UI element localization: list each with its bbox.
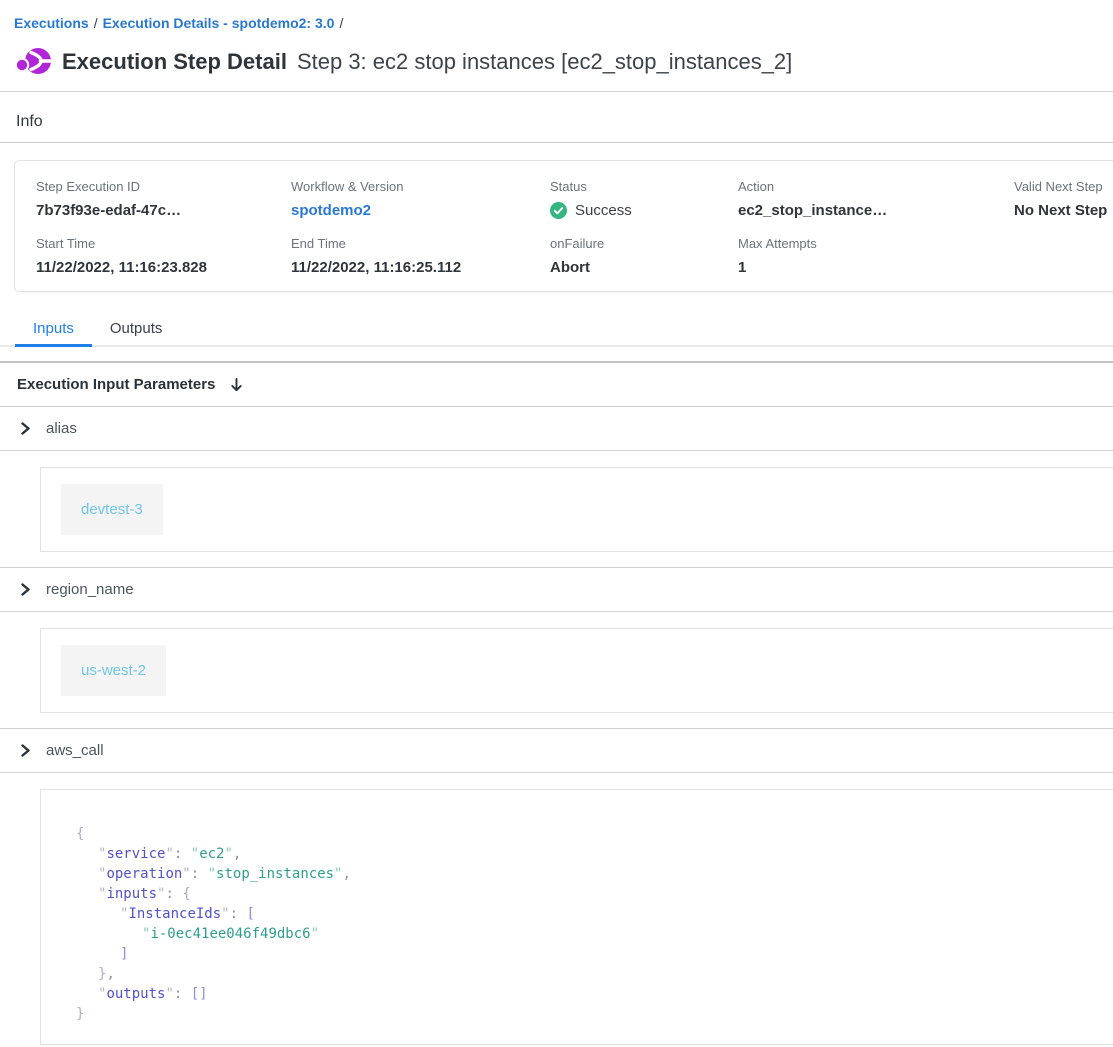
field-value: 1 bbox=[738, 259, 1014, 276]
param-value-chip: devtest-3 bbox=[61, 484, 163, 535]
field-action: Action ec2_stop_instance… bbox=[738, 179, 1014, 220]
code-line: } bbox=[76, 1004, 1113, 1024]
field-value: Abort bbox=[550, 259, 738, 276]
page-header: Execution Step Detail Step 3: ec2 stop i… bbox=[14, 45, 1113, 79]
info-section-heading: Info bbox=[16, 113, 1113, 131]
tab-bar: Inputs Outputs bbox=[0, 314, 1113, 347]
param-panel-region-name: us-west-2 bbox=[0, 612, 1113, 729]
field-step-execution-id: Step Execution ID 7b73f93e-edaf-47c… bbox=[36, 179, 291, 220]
workflow-logo-icon bbox=[14, 45, 54, 79]
code-line: "service": "ec2", bbox=[76, 844, 1113, 864]
execution-input-parameters-heading: Execution Input Parameters bbox=[0, 363, 1113, 407]
chevron-right-icon bbox=[20, 422, 31, 435]
code-line: "outputs": [] bbox=[76, 984, 1113, 1004]
field-label: Status bbox=[550, 179, 738, 194]
field-label: Workflow & Version bbox=[291, 179, 550, 194]
chevron-right-icon bbox=[20, 744, 31, 757]
code-line: "operation": "stop_instances", bbox=[76, 864, 1113, 884]
info-card: Step Execution ID 7b73f93e-edaf-47c… Wor… bbox=[14, 160, 1113, 292]
field-value: No Next Step bbox=[1014, 202, 1113, 219]
chevron-right-icon bbox=[20, 583, 31, 596]
breadcrumb: Executions/Execution Details - spotdemo2… bbox=[0, 0, 1113, 31]
field-start-time: Start Time 11/22/2022, 11:16:23.828 bbox=[36, 236, 291, 276]
breadcrumb-link-execution-details[interactable]: Execution Details - spotdemo2: 3.0 bbox=[103, 15, 335, 31]
param-name: aws_call bbox=[46, 742, 104, 759]
breadcrumb-link-executions[interactable]: Executions bbox=[14, 15, 89, 31]
code-line: "InstanceIds": [ bbox=[76, 904, 1113, 924]
field-label: Max Attempts bbox=[738, 236, 1014, 251]
code-line: }, bbox=[76, 964, 1113, 984]
breadcrumb-separator: / bbox=[89, 15, 103, 31]
tab-outputs[interactable]: Outputs bbox=[92, 314, 181, 347]
field-onfailure: onFailure Abort bbox=[550, 236, 738, 276]
page-title: Execution Step Detail bbox=[62, 49, 287, 75]
json-code-block: {"service": "ec2","operation": "stop_ins… bbox=[40, 789, 1113, 1045]
field-value: ec2_stop_instance… bbox=[738, 202, 1014, 219]
param-row-aws-call[interactable]: aws_call bbox=[0, 729, 1113, 773]
param-row-alias[interactable]: alias bbox=[0, 407, 1113, 451]
divider bbox=[0, 91, 1113, 92]
param-row-region-name[interactable]: region_name bbox=[0, 568, 1113, 612]
field-valid-next-step: Valid Next Step No Next Step bbox=[1014, 179, 1113, 220]
field-value: 11/22/2022, 11:16:23.828 bbox=[36, 259, 291, 276]
tab-inputs[interactable]: Inputs bbox=[15, 314, 92, 347]
field-label: Start Time bbox=[36, 236, 291, 251]
field-label: onFailure bbox=[550, 236, 738, 251]
field-empty bbox=[1014, 236, 1113, 276]
field-status: Status Success bbox=[550, 179, 738, 220]
field-workflow-version: Workflow & Version spotdemo2 bbox=[291, 179, 550, 220]
code-line: ] bbox=[76, 944, 1113, 964]
status-text: Success bbox=[575, 202, 632, 219]
field-value: 7b73f93e-edaf-47c… bbox=[36, 202, 291, 219]
success-check-icon bbox=[550, 202, 567, 219]
workflow-link[interactable]: spotdemo2 bbox=[291, 202, 371, 219]
field-value: 11/22/2022, 11:16:25.112 bbox=[291, 259, 550, 276]
code-line: "inputs": { bbox=[76, 884, 1113, 904]
param-value-chip: us-west-2 bbox=[61, 645, 166, 696]
field-label: Action bbox=[738, 179, 1014, 194]
param-panel-aws-call: {"service": "ec2","operation": "stop_ins… bbox=[0, 773, 1113, 1047]
breadcrumb-separator: / bbox=[334, 15, 348, 31]
field-label: End Time bbox=[291, 236, 550, 251]
field-end-time: End Time 11/22/2022, 11:16:25.112 bbox=[291, 236, 550, 276]
page-subtitle: Step 3: ec2 stop instances [ec2_stop_ins… bbox=[297, 49, 792, 75]
param-name: region_name bbox=[46, 581, 134, 598]
param-name: alias bbox=[46, 420, 77, 437]
field-max-attempts: Max Attempts 1 bbox=[738, 236, 1014, 276]
divider bbox=[0, 142, 1113, 143]
param-panel-alias: devtest-3 bbox=[0, 451, 1113, 568]
download-arrow-icon[interactable] bbox=[229, 377, 244, 393]
field-label: Valid Next Step bbox=[1014, 179, 1113, 194]
code-line: "i-0ec41ee046f49dbc6" bbox=[76, 924, 1113, 944]
code-line: { bbox=[76, 824, 1113, 844]
section-heading-label: Execution Input Parameters bbox=[17, 376, 215, 393]
field-label: Step Execution ID bbox=[36, 179, 291, 194]
